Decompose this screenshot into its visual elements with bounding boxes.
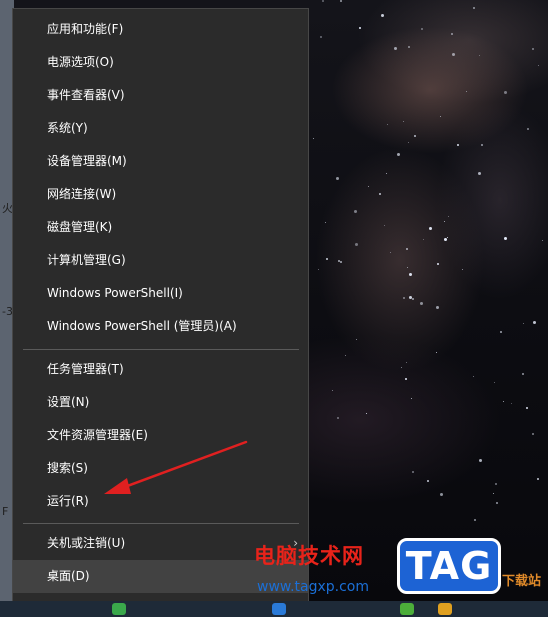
watermark-url: www.tagxp.com xyxy=(257,579,369,595)
taskbar-app-icon[interactable] xyxy=(438,603,452,615)
taskbar-app-icon[interactable] xyxy=(112,603,126,615)
watermark-logo: TAG xyxy=(397,538,501,594)
watermark-title: 电脑技术网 xyxy=(254,544,364,568)
taskbar-app-icon[interactable] xyxy=(400,603,414,615)
taskbar-app-icon[interactable] xyxy=(272,603,286,615)
red-annotation-arrow xyxy=(104,440,248,494)
taskbar xyxy=(0,601,548,617)
watermark-tail: 下载站 xyxy=(502,574,542,589)
